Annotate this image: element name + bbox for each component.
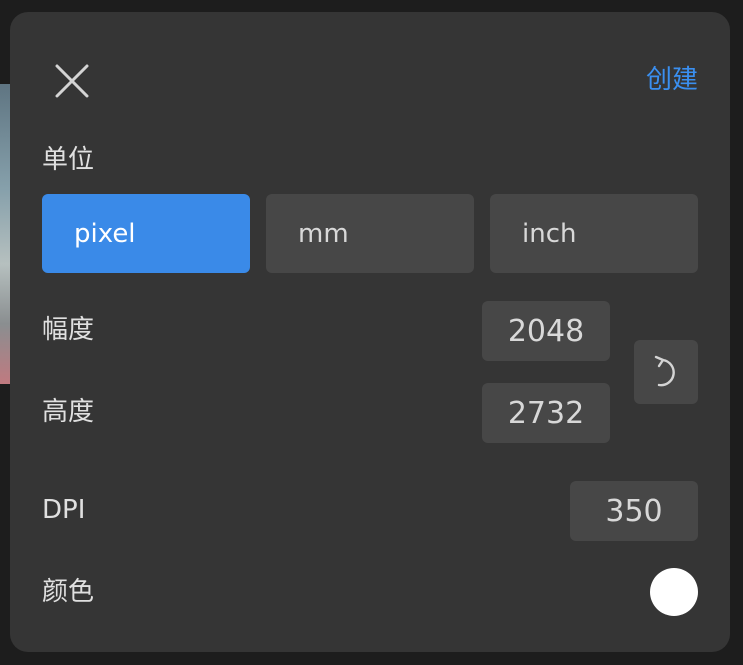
- unit-option-inch[interactable]: inch: [490, 194, 698, 273]
- new-canvas-dialog: 创建 单位 pixel mm inch 幅度 2048 高度 2732 DPI …: [10, 12, 730, 652]
- color-swatch[interactable]: [650, 568, 698, 616]
- dpi-input[interactable]: 350: [570, 481, 698, 541]
- create-button[interactable]: 创建: [646, 60, 698, 100]
- unit-label: 单位: [42, 145, 95, 175]
- unit-option-pixel[interactable]: pixel: [42, 194, 250, 273]
- width-label: 幅度: [42, 315, 95, 345]
- unit-option-label: pixel: [74, 218, 136, 249]
- swap-dimensions-button[interactable]: [634, 340, 698, 404]
- unit-option-label: inch: [522, 218, 577, 249]
- rotate-icon: [654, 355, 675, 387]
- color-label: 颜色: [42, 577, 95, 607]
- close-icon: [55, 64, 89, 98]
- close-button[interactable]: [52, 61, 92, 101]
- height-label: 高度: [42, 397, 95, 427]
- width-input[interactable]: 2048: [482, 301, 610, 361]
- unit-option-mm[interactable]: mm: [266, 194, 474, 273]
- unit-option-label: mm: [298, 218, 349, 249]
- height-input[interactable]: 2732: [482, 383, 610, 443]
- dpi-label: DPI: [42, 495, 86, 525]
